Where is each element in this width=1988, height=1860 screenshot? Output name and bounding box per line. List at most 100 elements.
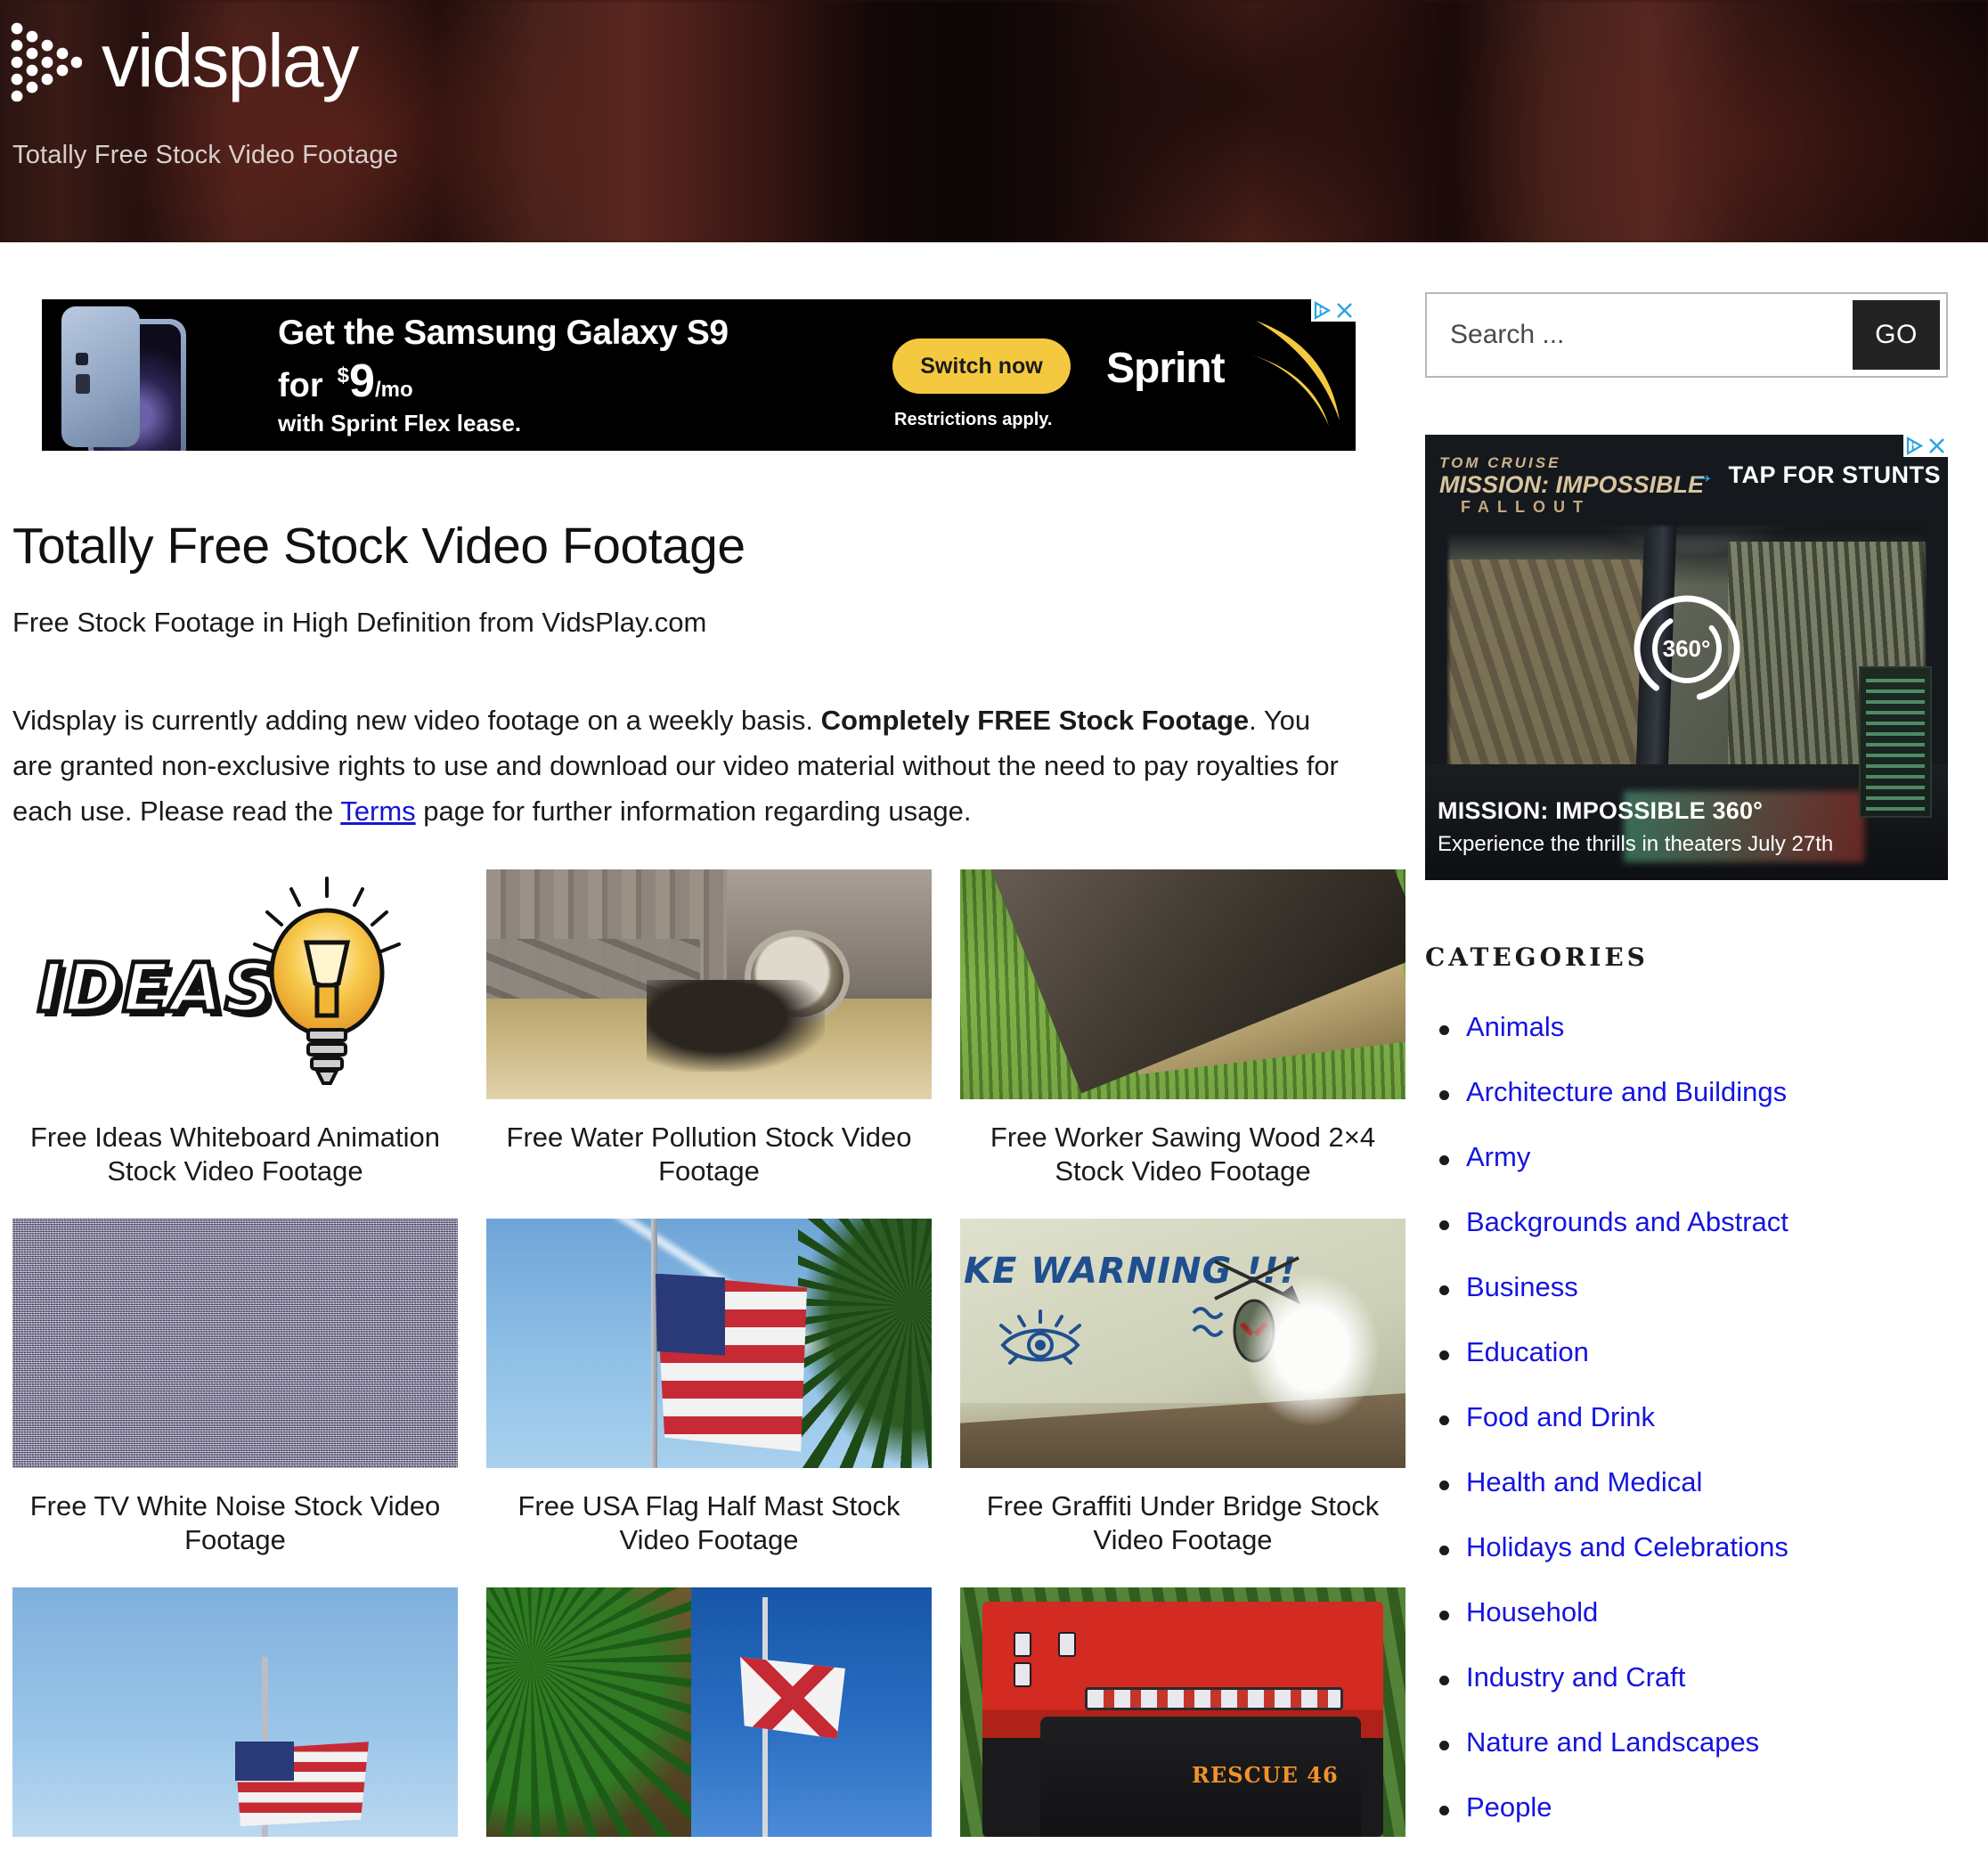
video-title[interactable]: Free Worker Sawing Wood 2×4 Stock Video … bbox=[960, 1099, 1405, 1219]
terms-link[interactable]: Terms bbox=[340, 795, 415, 827]
video-thumbnail-usa-flag[interactable] bbox=[486, 1219, 932, 1469]
main-content: Get the Samsung Galaxy S9 for $ 9 /mo wi… bbox=[0, 242, 1425, 1860]
page-title: Totally Free Stock Video Footage bbox=[12, 518, 746, 575]
video-thumbnail-fire-truck[interactable]: RESCUE 46 bbox=[960, 1587, 1405, 1837]
ad-movie-title-block: TOM CRUISE MISSION: IMPOSSIBLE FALLOUT bbox=[1439, 454, 1704, 516]
search-input[interactable] bbox=[1427, 294, 1853, 376]
video-card[interactable]: Free Water Pollution Stock Video Footage bbox=[486, 869, 932, 1219]
list-item: Nature and Landscapes bbox=[1439, 1726, 1988, 1758]
thumbnail-overlay-text: RESCUE 46 bbox=[1192, 1761, 1339, 1788]
list-item: Health and Medical bbox=[1439, 1466, 1988, 1498]
video-card[interactable] bbox=[486, 1587, 932, 1860]
thumbnail-overlay-text: IDEAS bbox=[36, 946, 276, 1030]
ad-subline: with Sprint Flex lease. bbox=[278, 410, 522, 436]
video-title[interactable]: Free USA Flag Half Mast Stock Video Foot… bbox=[486, 1468, 932, 1587]
play-dots-icon bbox=[11, 22, 82, 102]
mission-impossible-ad[interactable]: TOM CRUISE MISSION: IMPOSSIBLE FALLOUT →… bbox=[1425, 435, 1948, 880]
video-card[interactable]: IDEAS Free Ideas Whiteboard Animation St… bbox=[12, 869, 458, 1219]
sidebar-item-holidays[interactable]: Holidays and Celebrations bbox=[1466, 1531, 1788, 1562]
list-item: Business bbox=[1439, 1271, 1988, 1303]
list-item: Industry and Craft bbox=[1439, 1661, 1988, 1693]
ad-controls[interactable] bbox=[1903, 435, 1948, 457]
ad-price-currency: $ bbox=[337, 363, 350, 388]
ad-price: for $ 9 /mo bbox=[278, 355, 413, 408]
video-title[interactable] bbox=[486, 1837, 932, 1860]
ad-footer-subtitle: Experience the thrills in theaters July … bbox=[1438, 832, 1834, 856]
ad-controls[interactable] bbox=[1311, 299, 1356, 322]
sidebar-item-health[interactable]: Health and Medical bbox=[1466, 1466, 1702, 1497]
grid-gap bbox=[458, 869, 486, 1219]
categories-list: Animals Architecture and Buildings Army … bbox=[1425, 1011, 1988, 1823]
video-card[interactable]: RESCUE 46 bbox=[960, 1587, 1405, 1860]
intro-bold: Completely FREE Stock Footage bbox=[820, 705, 1250, 736]
sidebar-item-backgrounds[interactable]: Backgrounds and Abstract bbox=[1466, 1206, 1788, 1237]
intro-paragraph: Vidsplay is currently adding new video f… bbox=[12, 698, 1357, 834]
ad-price-amount: 9 bbox=[349, 355, 375, 407]
sidebar-item-architecture[interactable]: Architecture and Buildings bbox=[1466, 1076, 1787, 1107]
sidebar-item-nature[interactable]: Nature and Landscapes bbox=[1466, 1726, 1759, 1758]
adchoices-icon[interactable] bbox=[1311, 299, 1333, 322]
grid-gap bbox=[932, 1219, 960, 1587]
ad-price-period: /mo bbox=[374, 378, 413, 402]
sidebar-item-food-drink[interactable]: Food and Drink bbox=[1466, 1401, 1655, 1432]
sidebar-item-army[interactable]: Army bbox=[1466, 1141, 1530, 1172]
ad-price-for: for bbox=[278, 367, 323, 404]
video-thumbnail-flag-sky[interactable] bbox=[12, 1587, 458, 1837]
video-card[interactable] bbox=[12, 1587, 458, 1860]
video-title[interactable] bbox=[960, 1837, 1405, 1860]
search-go-button[interactable]: GO bbox=[1853, 300, 1940, 370]
ad-phone-image bbox=[61, 306, 213, 451]
list-item: Household bbox=[1439, 1596, 1988, 1628]
page-body: Get the Samsung Galaxy S9 for $ 9 /mo wi… bbox=[0, 242, 1988, 1860]
site-header: vidsplay Totally Free Stock Video Footag… bbox=[0, 0, 1988, 242]
search-form[interactable]: GO bbox=[1425, 292, 1948, 378]
grid-gap bbox=[458, 1219, 486, 1587]
video-card[interactable]: Free USA Flag Half Mast Stock Video Foot… bbox=[486, 1219, 932, 1587]
list-item: Holidays and Celebrations bbox=[1439, 1531, 1988, 1563]
list-item: Food and Drink bbox=[1439, 1401, 1988, 1433]
list-item: Army bbox=[1439, 1141, 1988, 1173]
list-item: Architecture and Buildings bbox=[1439, 1076, 1988, 1108]
site-logo[interactable]: vidsplay bbox=[11, 20, 359, 102]
ad-switch-now-button[interactable]: Switch now bbox=[892, 339, 1071, 394]
video-thumbnail-graffiti[interactable]: KE WARNING !!! bbox=[960, 1219, 1405, 1469]
sidebar-item-education[interactable]: Education bbox=[1466, 1336, 1589, 1367]
video-thumbnail-tv-noise[interactable] bbox=[12, 1219, 458, 1469]
sidebar-item-animals[interactable]: Animals bbox=[1466, 1011, 1564, 1042]
intro-part1: Vidsplay is currently adding new video f… bbox=[12, 705, 821, 736]
ad-movie-subtitle: FALLOUT bbox=[1461, 498, 1591, 517]
leaderboard-ad[interactable]: Get the Samsung Galaxy S9 for $ 9 /mo wi… bbox=[42, 299, 1356, 451]
list-item: Animals bbox=[1439, 1011, 1988, 1043]
sidebar-item-people[interactable]: People bbox=[1466, 1791, 1552, 1823]
adchoices-icon[interactable] bbox=[1903, 435, 1926, 457]
ad-disclaimer: Restrictions apply. bbox=[894, 410, 1053, 429]
grid-gap bbox=[932, 869, 960, 1219]
video-title[interactable]: Free Water Pollution Stock Video Footage bbox=[486, 1099, 932, 1219]
ad-actor-name: TOM CRUISE bbox=[1439, 454, 1561, 471]
grid-gap bbox=[458, 1587, 486, 1860]
close-icon[interactable] bbox=[1333, 299, 1356, 322]
video-card[interactable]: KE WARNING !!! Free Graffiti Under Bridg… bbox=[960, 1219, 1405, 1587]
360-badge: 360° bbox=[1630, 591, 1744, 706]
360-badge-label: 360° bbox=[1662, 634, 1711, 662]
video-card[interactable]: Free TV White Noise Stock Video Footage bbox=[12, 1219, 458, 1587]
sidebar-item-business[interactable]: Business bbox=[1466, 1271, 1578, 1302]
video-thumbnail-florida-flag[interactable] bbox=[486, 1587, 932, 1837]
lightbulb-icon bbox=[253, 877, 401, 1086]
sidebar: GO TOM CRUISE MISSION: IMPOSSIBLE FALLOU… bbox=[1425, 242, 1988, 1856]
sidebar-item-industry[interactable]: Industry and Craft bbox=[1466, 1661, 1685, 1693]
sidebar-item-household[interactable]: Household bbox=[1466, 1596, 1598, 1628]
video-card[interactable]: Free Worker Sawing Wood 2×4 Stock Video … bbox=[960, 869, 1405, 1219]
video-title[interactable]: Free Ideas Whiteboard Animation Stock Vi… bbox=[12, 1099, 458, 1219]
video-title[interactable] bbox=[12, 1837, 458, 1860]
video-thumbnail-sawing-wood[interactable] bbox=[960, 869, 1405, 1100]
video-thumbnail-ideas[interactable]: IDEAS bbox=[12, 869, 458, 1100]
video-title[interactable]: Free Graffiti Under Bridge Stock Video F… bbox=[960, 1468, 1405, 1587]
close-icon[interactable] bbox=[1926, 435, 1948, 457]
video-title[interactable]: Free TV White Noise Stock Video Footage bbox=[12, 1468, 458, 1587]
video-grid: IDEAS Free Ideas Whiteboard Animation St… bbox=[12, 869, 1425, 1860]
ad-footer-block: MISSION: IMPOSSIBLE 360° Experience the … bbox=[1438, 797, 1833, 857]
video-thumbnail-water-pollution[interactable] bbox=[486, 869, 932, 1100]
categories-heading: CATEGORIES bbox=[1425, 942, 1649, 972]
ad-tap-for-stunts[interactable]: → TAP FOR STUNTS bbox=[1689, 460, 1941, 490]
